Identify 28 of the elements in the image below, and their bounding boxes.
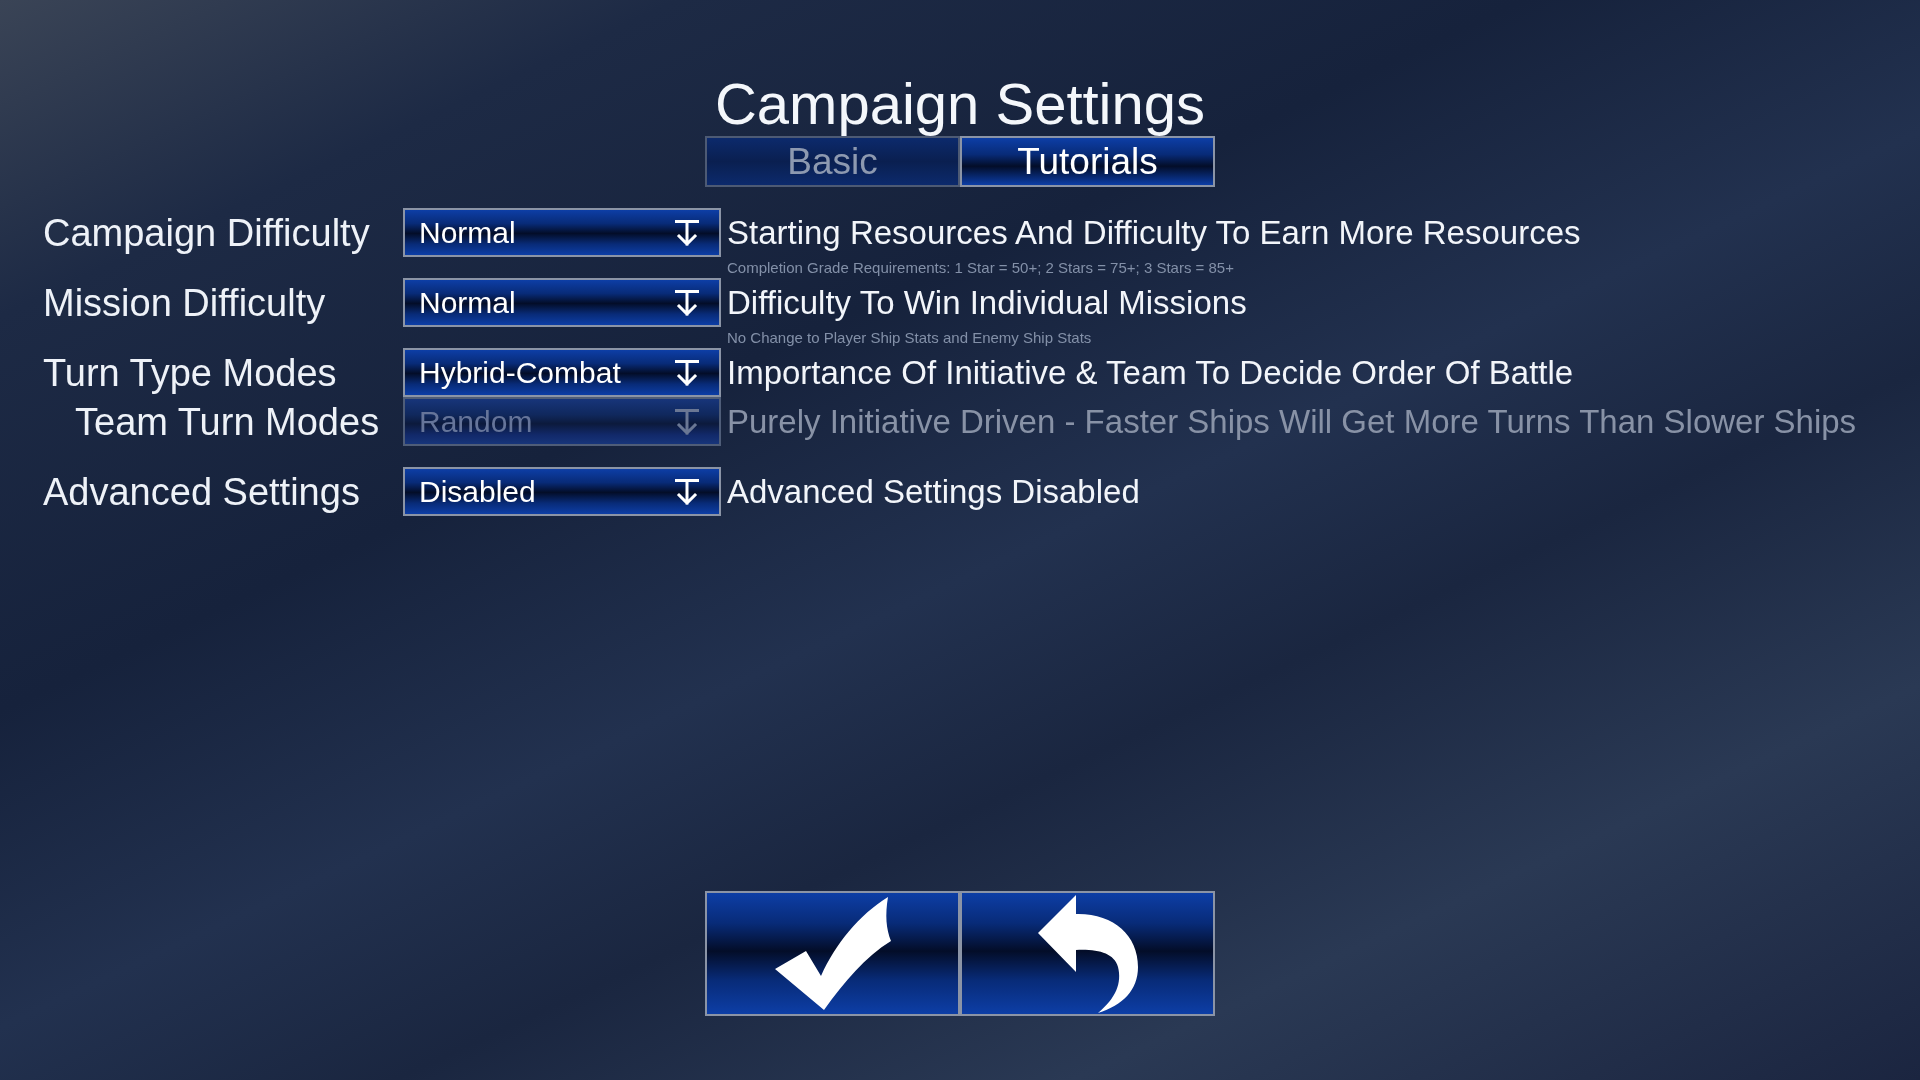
dropdown[interactable]: Hybrid-Combat <box>403 348 721 397</box>
setting-note: No Change to Player Ship Stats and Enemy Ship Stats <box>727 328 1092 347</box>
down-arrow-icon <box>675 289 699 316</box>
page-title: Campaign Settings <box>714 74 1206 134</box>
setting-description: Advanced Settings Disabled <box>727 471 1140 512</box>
setting-description: Starting Resources And Difficulty To Earn More Resources <box>727 212 1581 253</box>
check-icon <box>774 897 891 1010</box>
tab[interactable]: Tutorials <box>960 136 1215 187</box>
dropdown[interactable]: Disabled <box>403 467 721 516</box>
down-arrow-icon <box>675 359 699 386</box>
back-button[interactable] <box>960 891 1215 1016</box>
setting-label: Mission Difficulty <box>43 281 326 324</box>
setting-description: Importance Of Initiative & Team To Decide Order Of Battle <box>727 352 1574 393</box>
dropdown[interactable]: Normal <box>403 208 721 257</box>
down-arrow-icon <box>675 408 699 435</box>
down-arrow-icon <box>675 219 699 246</box>
dropdown[interactable]: Normal <box>403 278 721 327</box>
tab[interactable]: Basic <box>705 136 960 187</box>
setting-note: Completion Grade Requirements: 1 Star = 50+; 2 Stars = 75+; 3 Stars = 85+ <box>727 258 1234 277</box>
setting-label: Team Turn Modes <box>75 400 380 443</box>
setting-label: Advanced Settings <box>43 470 360 513</box>
confirm-button[interactable] <box>705 891 960 1016</box>
setting-label: Turn Type Modes <box>43 351 337 394</box>
setting-description: Purely Initiative Driven - Faster Ships Will Get More Turns Than Slower Ships <box>727 401 1857 442</box>
curved-arrow-icon <box>1037 894 1138 1013</box>
down-arrow-icon <box>675 478 699 505</box>
setting-label: Campaign Difficulty <box>43 211 370 254</box>
setting-description: Difficulty To Win Individual Missions <box>727 282 1247 323</box>
